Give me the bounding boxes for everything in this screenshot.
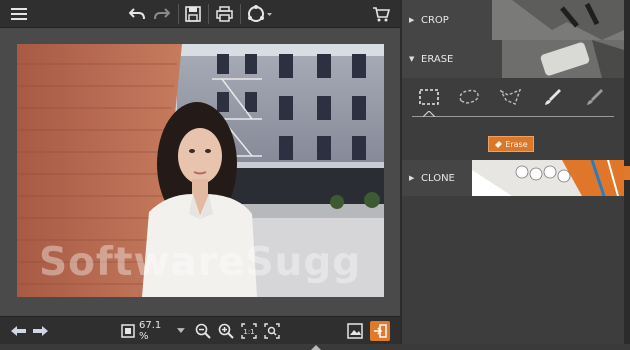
next-image-button[interactable]	[31, 321, 51, 341]
polygon-lasso-icon	[500, 89, 522, 105]
bottom-status-strip	[0, 344, 630, 350]
chevron-down-icon	[177, 328, 185, 333]
fit-screen-button[interactable]	[120, 321, 136, 341]
panel-collapse-tab[interactable]	[624, 166, 630, 180]
print-icon	[215, 6, 233, 22]
expand-arrow-icon: ▶	[409, 16, 415, 24]
tool-indicator-line	[412, 116, 614, 117]
erase-button[interactable]: Erase	[488, 136, 534, 152]
share-icon	[248, 5, 272, 22]
clone-section-thumbnail	[472, 160, 624, 196]
cart-button[interactable]	[370, 4, 392, 24]
section-erase[interactable]: ▼ ERASE	[402, 40, 624, 78]
photo-editor-app: { "toolbar": { "menu_icon": "hamburger-m…	[0, 0, 630, 350]
eraser-brush-tool[interactable]	[584, 86, 606, 108]
actual-size-button[interactable]: 1:1	[240, 321, 258, 341]
expand-arrow-icon: ▶	[409, 174, 415, 182]
section-crop-label: CROP	[421, 14, 449, 26]
lasso-tool[interactable]	[458, 86, 480, 108]
zoom-in-icon	[218, 323, 234, 339]
cart-icon	[373, 7, 390, 22]
arrow-left-icon	[11, 326, 26, 336]
actual-size-label: 1:1	[243, 328, 254, 336]
section-clone-label: CLONE	[421, 172, 455, 184]
panel-empty-area	[402, 196, 624, 344]
brush-tool[interactable]	[542, 86, 564, 108]
image-canvas[interactable]: SoftwareSugg	[0, 28, 400, 316]
section-clone[interactable]: ▶ CLONE	[402, 160, 624, 196]
crop-section-thumbnail	[492, 0, 624, 40]
arrow-right-icon	[33, 326, 48, 336]
chevron-up-icon[interactable]	[311, 344, 321, 350]
undo-icon	[129, 8, 145, 20]
zoom-dropdown[interactable]: 67.1 %	[139, 320, 185, 342]
toolbar-divider	[178, 4, 179, 24]
menu-button[interactable]	[8, 4, 30, 24]
image-icon	[347, 323, 363, 339]
redo-button[interactable]	[151, 4, 173, 24]
exit-panel-button[interactable]	[370, 321, 390, 341]
zoom-out-button[interactable]	[194, 321, 212, 341]
adjustments-panel: ▶ CROP ▼ ERASE Erase ▶ CLONE	[402, 0, 624, 344]
section-crop[interactable]: ▶ CROP	[402, 0, 624, 40]
zoom-fit-icon	[264, 323, 280, 339]
eraser-icon	[495, 141, 503, 148]
toolbar-divider	[240, 4, 241, 24]
actual-size-icon: 1:1	[241, 323, 257, 339]
save-button[interactable]	[182, 4, 204, 24]
erase-section-thumbnail	[502, 40, 624, 78]
exit-icon	[374, 324, 387, 338]
watermark-text: SoftwareSugg	[39, 240, 362, 285]
brush-icon	[545, 89, 561, 105]
lasso-icon	[459, 89, 479, 104]
frame-icon	[121, 324, 135, 338]
erase-button-label: Erase	[505, 139, 528, 149]
zoom-to-fit-button[interactable]	[263, 321, 281, 341]
toolbar-divider	[208, 4, 209, 24]
selected-tool-caret-icon	[423, 111, 435, 117]
hamburger-menu-icon	[11, 8, 27, 20]
previous-image-button[interactable]	[8, 321, 28, 341]
erase-tools-row	[402, 78, 624, 130]
zoom-level: 67.1 %	[139, 320, 162, 342]
share-button[interactable]	[246, 4, 274, 24]
polygon-lasso-tool[interactable]	[500, 86, 522, 108]
print-button[interactable]	[213, 4, 235, 24]
zoom-in-button[interactable]	[217, 321, 235, 341]
collapse-arrow-icon: ▼	[409, 55, 415, 63]
eraser-brush-icon	[587, 89, 603, 105]
photo-image[interactable]: SoftwareSugg	[17, 44, 384, 297]
redo-icon	[154, 8, 170, 20]
save-icon	[185, 6, 201, 22]
top-toolbar	[0, 0, 400, 28]
image-view-button[interactable]	[346, 321, 364, 341]
rectangle-select-tool[interactable]	[418, 86, 440, 108]
bottom-toolbar: 67.1 % 1:1	[0, 316, 400, 344]
undo-button[interactable]	[126, 4, 148, 24]
rectangle-select-icon	[419, 89, 439, 105]
section-erase-label: ERASE	[421, 53, 454, 65]
zoom-out-icon	[195, 323, 211, 339]
